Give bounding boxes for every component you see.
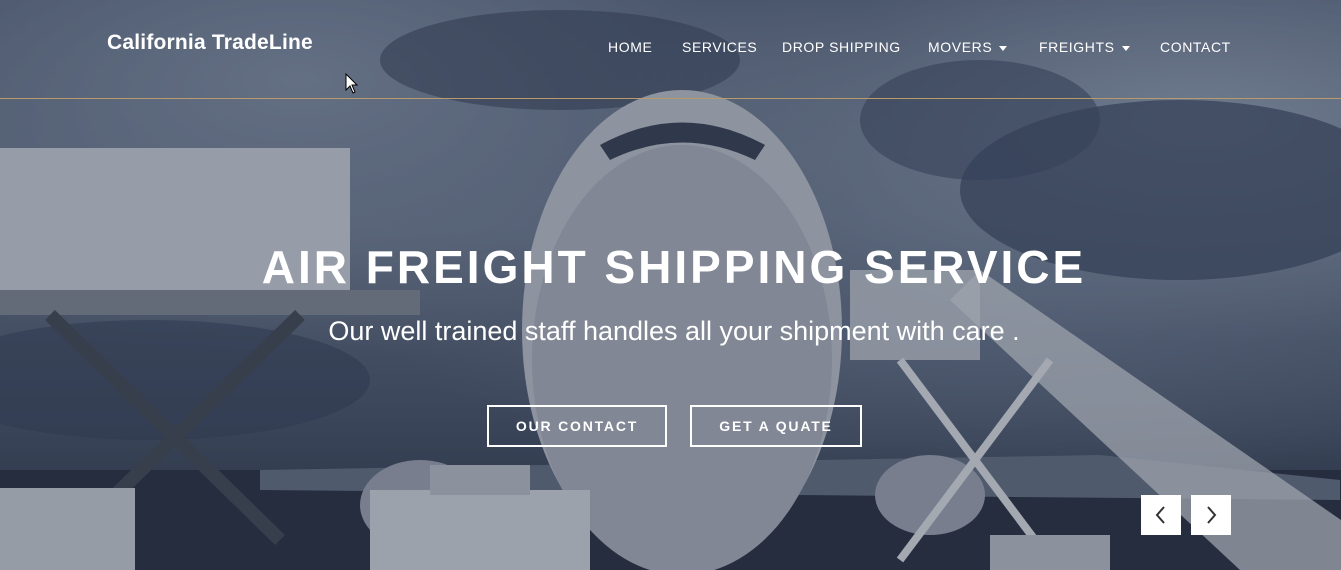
- caret-down-icon: [999, 45, 1008, 51]
- hero-title: AIR FREIGHT SHIPPING SERVICE: [261, 241, 1087, 293]
- mouse-cursor-icon: [345, 73, 359, 94]
- header-navbar: California TradeLine HOME SERVICES DROP …: [0, 0, 1341, 99]
- our-contact-button[interactable]: OUR CONTACT: [487, 405, 667, 447]
- get-quote-button[interactable]: GET A QUATE: [690, 405, 862, 447]
- carousel-prev-button[interactable]: [1141, 495, 1181, 535]
- nav-movers[interactable]: MOVERS: [928, 39, 1008, 55]
- nav-home[interactable]: HOME: [608, 39, 652, 55]
- nav-contact[interactable]: CONTACT: [1160, 39, 1231, 55]
- nav-drop-shipping[interactable]: DROP SHIPPING: [782, 39, 901, 55]
- hero-slider: California TradeLine HOME SERVICES DROP …: [0, 0, 1341, 570]
- chevron-right-icon: [1207, 506, 1217, 524]
- nav-freights-label: FREIGHTS: [1039, 39, 1115, 55]
- carousel-next-button[interactable]: [1191, 495, 1231, 535]
- nav-freights[interactable]: FREIGHTS: [1039, 39, 1130, 55]
- nav-movers-label: MOVERS: [928, 39, 993, 55]
- nav-services[interactable]: SERVICES: [682, 39, 757, 55]
- main-nav: HOME SERVICES DROP SHIPPING MOVERS FREIG…: [0, 39, 1341, 59]
- caret-down-icon: [1121, 45, 1130, 51]
- chevron-left-icon: [1155, 506, 1165, 524]
- hero-subtitle: Our well trained staff handles all your …: [328, 316, 1020, 346]
